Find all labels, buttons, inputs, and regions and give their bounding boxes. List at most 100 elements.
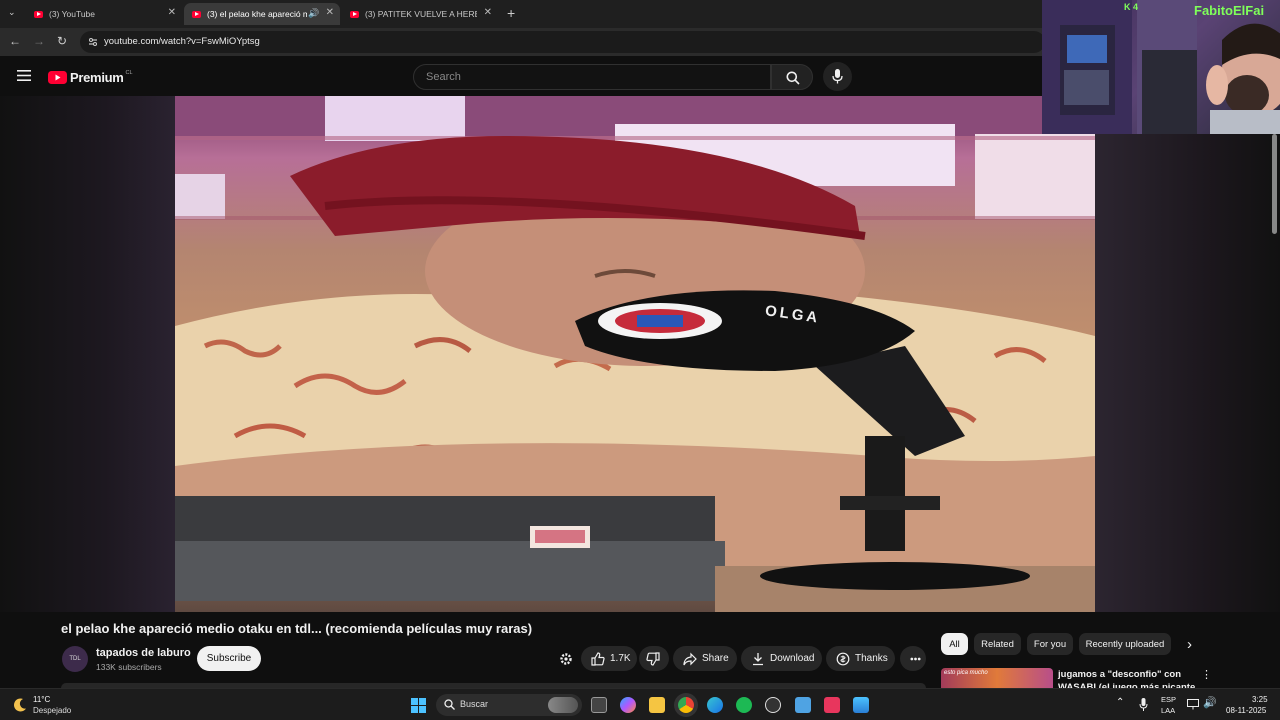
scrollbar-thumb[interactable] bbox=[1272, 134, 1277, 234]
streamer-name: FabitoElFai bbox=[1194, 3, 1265, 18]
webcam-badge: K 4 bbox=[1124, 2, 1139, 12]
chip-recently-uploaded[interactable]: Recently uploaded bbox=[1079, 633, 1171, 655]
tab-title: (3) YouTube bbox=[49, 9, 95, 19]
url-text: youtube.com/watch?v=FswMiOYptsg bbox=[104, 36, 260, 47]
clock-date[interactable]: 08-11-2025 bbox=[1226, 706, 1266, 715]
tab-list-dropdown-icon[interactable]: ⌄ bbox=[8, 7, 16, 18]
back-icon[interactable]: ← bbox=[9, 34, 21, 48]
chip-for-you[interactable]: For you bbox=[1027, 633, 1073, 655]
thanks-button[interactable]: Thanks bbox=[826, 646, 895, 671]
edge-icon[interactable] bbox=[707, 697, 723, 713]
more-actions-button[interactable] bbox=[900, 646, 926, 671]
subscriber-count: 133K subscribers bbox=[96, 662, 162, 672]
video-title: el pelao khe apareció medio otaku en tdl… bbox=[61, 621, 533, 636]
search-button[interactable] bbox=[771, 64, 813, 90]
browser-tab-current-video[interactable]: (3) el pelao khe apareció m 🔊 ✕ bbox=[184, 3, 340, 25]
thumbs-down-icon bbox=[646, 651, 660, 666]
language-line2[interactable]: LAA bbox=[1161, 706, 1175, 715]
video-player[interactable]: OLGA bbox=[175, 96, 1095, 612]
webcam-scene bbox=[1042, 0, 1280, 134]
webcam-overlay: K 4 FabitoElFai bbox=[1042, 0, 1280, 134]
up-next-more-icon[interactable]: ⋮ bbox=[1201, 668, 1212, 681]
browser-tab-patitek[interactable]: (3) PATITEK VUELVE A HERETIC ✕ bbox=[342, 3, 498, 25]
clock-time[interactable]: 3:25 bbox=[1252, 695, 1268, 704]
chip-label: Related bbox=[981, 638, 1014, 650]
thumbs-up-icon bbox=[591, 651, 605, 666]
thanks-icon bbox=[836, 652, 850, 665]
up-next-title-line1[interactable]: jugamos a "desconfio" con bbox=[1058, 669, 1181, 680]
browser-tab-youtube[interactable]: (3) YouTube ✕ bbox=[26, 3, 182, 25]
chips-next-chevron-icon[interactable]: › bbox=[1187, 636, 1192, 653]
thumbnail-text: esto pica mucho bbox=[944, 670, 988, 676]
search-icon bbox=[444, 699, 455, 710]
weather-temperature[interactable]: 11°C bbox=[33, 695, 50, 704]
download-button[interactable]: Download bbox=[741, 646, 822, 671]
ambient-mode-glow-left bbox=[0, 96, 175, 612]
weather-description[interactable]: Despejado bbox=[33, 706, 71, 715]
github-icon[interactable] bbox=[765, 697, 781, 713]
task-view-icon[interactable] bbox=[591, 697, 607, 713]
up-next-thumbnail[interactable]: esto pica mucho bbox=[941, 668, 1053, 688]
download-icon bbox=[753, 652, 763, 665]
channel-name[interactable]: tapados de laburo bbox=[96, 647, 191, 659]
weather-moon-icon[interactable] bbox=[12, 697, 28, 713]
close-tab-icon[interactable]: ✕ bbox=[168, 7, 176, 18]
premium-gear-icon[interactable] bbox=[559, 652, 573, 666]
close-tab-icon[interactable]: ✕ bbox=[326, 7, 334, 18]
video-frame bbox=[175, 96, 1095, 612]
share-label: Share bbox=[702, 653, 729, 664]
channel-avatar[interactable]: TDL bbox=[62, 646, 88, 672]
volume-icon[interactable]: 🔊 bbox=[1203, 696, 1217, 709]
share-icon bbox=[683, 652, 697, 665]
chip-label: For you bbox=[1033, 638, 1067, 650]
copilot-icon[interactable] bbox=[620, 697, 636, 713]
thanks-label: Thanks bbox=[855, 653, 888, 664]
search-icon bbox=[786, 71, 800, 85]
chip-all[interactable]: All bbox=[941, 633, 968, 655]
hamburger-menu-icon[interactable] bbox=[17, 70, 31, 81]
like-count: 1.7K bbox=[610, 653, 631, 664]
search-highlight-image bbox=[548, 697, 578, 713]
avatar-text: TDL bbox=[69, 656, 81, 662]
show-hidden-icons-chevron-icon[interactable]: ⌃ bbox=[1116, 697, 1124, 708]
voice-search-button[interactable] bbox=[823, 62, 852, 91]
share-button[interactable]: Share bbox=[673, 646, 737, 671]
logo-region: CL bbox=[125, 69, 133, 76]
file-explorer-icon[interactable] bbox=[649, 697, 665, 713]
reload-icon[interactable]: ↻ bbox=[57, 34, 67, 48]
chip-label: All bbox=[949, 638, 960, 650]
audio-playing-icon[interactable]: 🔊 bbox=[308, 8, 319, 19]
site-info-icon[interactable] bbox=[88, 37, 98, 47]
search-input[interactable]: Search bbox=[413, 64, 771, 90]
taskbar-search-box[interactable]: Buscar bbox=[436, 694, 582, 716]
download-label: Download bbox=[770, 653, 815, 664]
microphone-icon[interactable] bbox=[1139, 698, 1148, 711]
youtube-premium-logo[interactable]: Premium CL bbox=[48, 69, 133, 85]
tab-title: (3) el pelao khe apareció m bbox=[207, 9, 307, 19]
notepad-icon[interactable] bbox=[795, 697, 811, 713]
like-button[interactable]: 1.7K bbox=[581, 646, 637, 671]
youtube-favicon-icon bbox=[192, 10, 201, 18]
chip-related[interactable]: Related bbox=[974, 633, 1021, 655]
photos-icon[interactable] bbox=[853, 697, 869, 713]
more-horizontal-icon bbox=[910, 657, 921, 660]
app-red-icon[interactable] bbox=[824, 697, 840, 713]
chrome-icon[interactable] bbox=[678, 697, 694, 713]
forward-icon[interactable]: → bbox=[33, 34, 45, 48]
ambient-mode-glow-right bbox=[1095, 96, 1280, 612]
youtube-favicon-icon bbox=[350, 10, 359, 18]
windows-start-icon[interactable] bbox=[411, 698, 426, 713]
youtube-favicon-icon bbox=[34, 10, 43, 18]
language-line1[interactable]: ESP bbox=[1161, 695, 1176, 704]
address-bar[interactable]: youtube.com/watch?v=FswMiOYptsg bbox=[80, 31, 1045, 53]
taskbar-search-label: Buscar bbox=[460, 699, 489, 709]
dislike-button[interactable] bbox=[639, 646, 669, 671]
chip-label: Recently uploaded bbox=[1085, 638, 1165, 650]
subscribe-button[interactable]: Subscribe bbox=[197, 646, 261, 671]
microphone-icon bbox=[832, 69, 843, 84]
new-tab-icon[interactable]: + bbox=[507, 5, 515, 21]
network-icon[interactable] bbox=[1187, 699, 1199, 710]
close-tab-icon[interactable]: ✕ bbox=[484, 7, 492, 18]
spotify-icon[interactable] bbox=[736, 697, 752, 713]
youtube-play-logo-icon bbox=[48, 70, 67, 84]
